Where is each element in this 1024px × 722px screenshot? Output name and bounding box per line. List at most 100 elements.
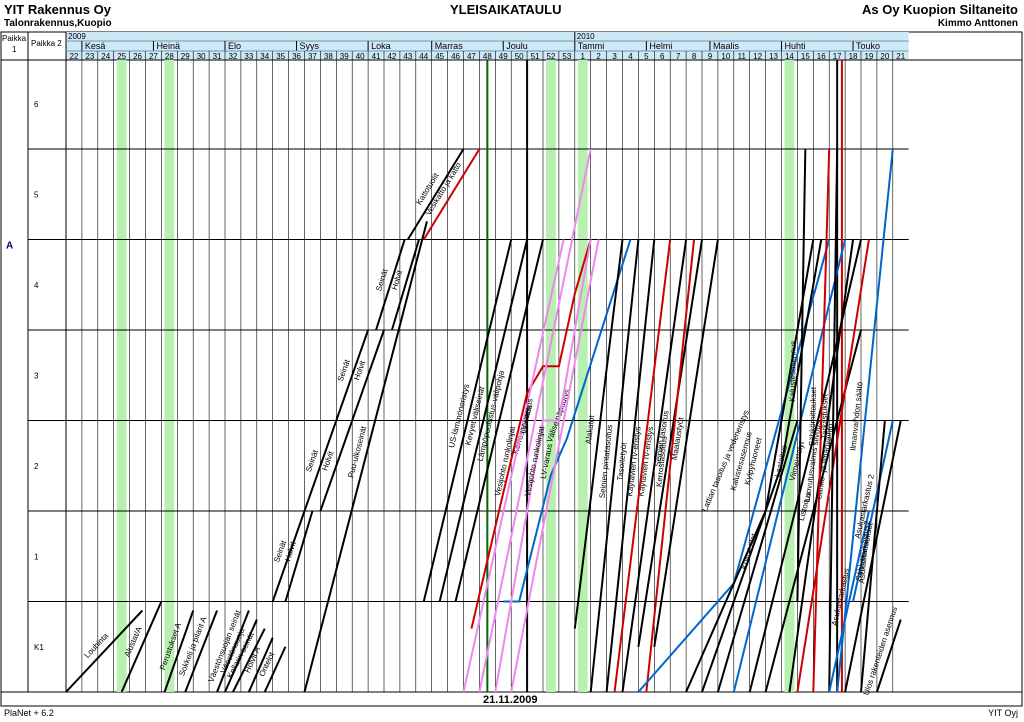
week-label: 43 xyxy=(403,52,412,61)
task-label: LV-varaus xyxy=(519,398,535,435)
month-label: Marras xyxy=(435,41,464,51)
week-label: 23 xyxy=(85,52,94,61)
month-label: Syys xyxy=(300,41,320,51)
week-label: 31 xyxy=(213,52,222,61)
week-label: 35 xyxy=(276,52,285,61)
year-label: 2010 xyxy=(577,32,595,41)
week-label: 9 xyxy=(708,52,713,61)
week-label: 40 xyxy=(356,52,365,61)
week-label: 1 xyxy=(581,52,586,61)
week-label: 15 xyxy=(801,52,810,61)
week-label: 30 xyxy=(197,52,206,61)
place1-header: Paikka xyxy=(2,34,27,43)
task-label: Holvit xyxy=(390,268,405,290)
week-label: 3 xyxy=(612,52,617,61)
task-label: Sähkömittaukset xyxy=(807,386,818,446)
level-label: K1 xyxy=(34,643,44,652)
level-label: 6 xyxy=(34,100,39,109)
schedule-chart: Paikka1Paikka 22009 2010Kesä Heinä Elo Syys L… xyxy=(0,31,1023,707)
week-label: 8 xyxy=(692,52,697,61)
week-label: 34 xyxy=(260,52,269,61)
week-label: 51 xyxy=(531,52,540,61)
week-label: 33 xyxy=(244,52,253,61)
task-label: Puu-ulkoseinät xyxy=(346,425,368,479)
month-label: Maalis xyxy=(713,41,740,51)
week-label: 7 xyxy=(676,52,681,61)
week-label: 4 xyxy=(628,52,633,61)
month-label: Elo xyxy=(228,41,241,51)
task-label: Seinät xyxy=(304,448,320,473)
week-label: 32 xyxy=(228,52,237,61)
month-label: Touko xyxy=(856,41,880,51)
month-label: Tammi xyxy=(578,41,605,51)
week-label: 5 xyxy=(644,52,649,61)
week-label: 46 xyxy=(451,52,460,61)
week-label: 24 xyxy=(101,52,110,61)
print-date: 21.11.2009 xyxy=(483,694,538,706)
week-label: 37 xyxy=(308,52,317,61)
week-label: 29 xyxy=(181,52,190,61)
task-label: Holvit xyxy=(320,449,335,472)
week-label: 27 xyxy=(149,52,158,61)
task-label: Seinät xyxy=(336,358,352,383)
week-label: 18 xyxy=(849,52,858,61)
week-label: 36 xyxy=(292,52,301,61)
week-label: 16 xyxy=(817,52,826,61)
week-label: 45 xyxy=(435,52,444,61)
task-label: Louhinta xyxy=(83,631,111,660)
level-label: 3 xyxy=(34,371,39,380)
week-label: 2 xyxy=(596,52,601,61)
week-label: 12 xyxy=(753,52,762,61)
week-label: 48 xyxy=(483,52,492,61)
level-label: 1 xyxy=(34,552,39,561)
place1-header-num: 1 xyxy=(12,45,17,54)
week-label: 38 xyxy=(324,52,333,61)
week-label: 11 xyxy=(738,52,747,61)
week-label: 17 xyxy=(833,52,842,61)
task-label: Lämpöpuolustus-välipohja xyxy=(476,369,507,462)
task-label: Tarkastukset xyxy=(820,393,830,439)
level-label: 2 xyxy=(34,462,39,471)
month-label: Heinä xyxy=(156,41,180,51)
month-label: Kesä xyxy=(85,41,106,51)
month-label: Huhti xyxy=(785,41,806,51)
software-version: PlaNet + 6.2 xyxy=(4,708,54,718)
highlight-week-band xyxy=(164,60,175,692)
task-label: Holvit xyxy=(352,359,367,382)
week-label: 6 xyxy=(660,52,665,61)
place2-header: Paikka 2 xyxy=(31,39,62,48)
week-label: 28 xyxy=(165,52,174,61)
task-label: Seinät xyxy=(374,267,390,292)
week-label: 19 xyxy=(864,52,873,61)
week-label: 22 xyxy=(69,52,78,61)
week-label: 25 xyxy=(117,52,126,61)
week-label: 47 xyxy=(467,52,476,61)
level-label: 4 xyxy=(34,281,39,290)
week-label: 53 xyxy=(562,52,571,61)
week-label: 21 xyxy=(896,52,905,61)
company-footer: YIT Oyj xyxy=(988,708,1018,718)
month-label: Loka xyxy=(371,41,391,51)
week-label: 44 xyxy=(419,52,428,61)
week-label: 10 xyxy=(721,52,730,61)
task-line xyxy=(422,148,481,241)
week-label: 52 xyxy=(546,52,555,61)
highlight-week-band xyxy=(546,60,556,692)
schedule-page: { "header": { "company": "YIT Rakennus O… xyxy=(0,0,1024,722)
task-line xyxy=(796,148,807,602)
month-label: Helmi xyxy=(649,41,672,51)
task-label: Kalustesasennus xyxy=(788,341,798,402)
highlight-week-band xyxy=(116,60,127,692)
week-label: 41 xyxy=(372,52,381,61)
week-label: 39 xyxy=(340,52,349,61)
week-label: 26 xyxy=(133,52,142,61)
level-label: 5 xyxy=(34,190,39,199)
year-label: 2009 xyxy=(68,32,86,41)
week-label: 42 xyxy=(387,52,396,61)
week-label: 14 xyxy=(785,52,794,61)
week-label: 50 xyxy=(515,52,524,61)
week-label: 49 xyxy=(499,52,508,61)
week-label: 20 xyxy=(880,52,889,61)
month-label: Joulu xyxy=(506,41,528,51)
place1-label: A xyxy=(6,241,13,252)
